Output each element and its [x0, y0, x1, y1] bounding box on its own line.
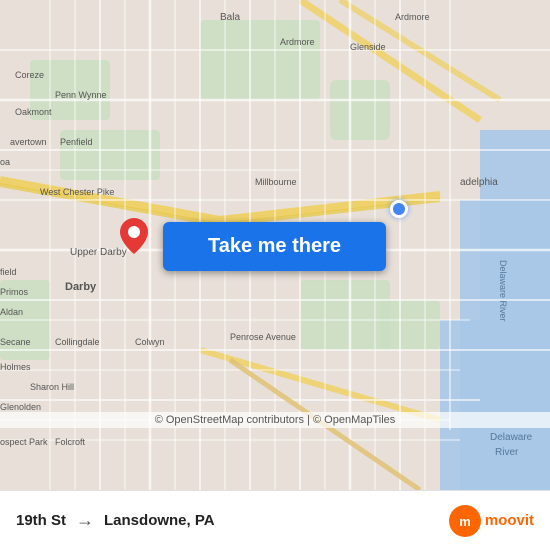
svg-text:ospect Park: ospect Park: [0, 437, 48, 447]
svg-text:Primos: Primos: [0, 287, 29, 297]
svg-text:m: m: [459, 514, 471, 529]
svg-text:Oakmont: Oakmont: [15, 107, 52, 117]
moovit-text: moovit: [485, 512, 534, 529]
location-pin: [120, 218, 148, 254]
map-container: Coreze Oakmont Penn Wynne avertown Penfi…: [0, 0, 550, 490]
take-me-there-button[interactable]: Take me there: [163, 222, 386, 271]
svg-text:Delaware River: Delaware River: [498, 260, 508, 322]
svg-text:Glenolden: Glenolden: [0, 402, 41, 412]
map-attribution: © OpenStreetMap contributors | © OpenMap…: [0, 412, 550, 428]
svg-text:Aldan: Aldan: [0, 307, 23, 317]
svg-text:Sharon Hill: Sharon Hill: [30, 382, 74, 392]
svg-text:Glenside: Glenside: [350, 42, 386, 52]
svg-text:Ardmore: Ardmore: [280, 37, 315, 47]
svg-text:Bala: Bala: [220, 12, 240, 23]
svg-text:avertown: avertown: [10, 137, 47, 147]
svg-text:oa: oa: [0, 157, 10, 167]
svg-text:Delaware: Delaware: [490, 432, 533, 443]
svg-text:Ardmore: Ardmore: [395, 12, 430, 22]
svg-text:Darby: Darby: [65, 281, 97, 293]
moovit-logo: m moovit: [449, 505, 534, 537]
svg-text:Colwyn: Colwyn: [135, 337, 165, 347]
destination-label: Lansdowne, PA: [104, 512, 215, 529]
svg-text:adelphia: adelphia: [460, 177, 498, 188]
svg-text:River: River: [495, 447, 519, 458]
origin-label: 19th St: [16, 512, 66, 529]
svg-text:Folcroft: Folcroft: [55, 437, 86, 447]
blue-dot-location: [390, 200, 408, 218]
svg-text:Holmes: Holmes: [0, 362, 31, 372]
svg-text:Penn Wynne: Penn Wynne: [55, 90, 106, 100]
svg-text:Millbourne: Millbourne: [255, 177, 297, 187]
svg-text:West Chester Pike: West Chester Pike: [40, 187, 114, 197]
svg-text:Upper Darby: Upper Darby: [70, 247, 127, 258]
svg-text:Secane: Secane: [0, 337, 31, 347]
svg-text:field: field: [0, 267, 17, 277]
svg-text:Coreze: Coreze: [15, 70, 44, 80]
footer: 19th St → Lansdowne, PA m moovit: [0, 490, 550, 550]
svg-text:Collingdale: Collingdale: [55, 337, 100, 347]
svg-text:Penrose Avenue: Penrose Avenue: [230, 332, 296, 342]
moovit-icon: m: [449, 505, 481, 537]
direction-arrow: →: [76, 510, 94, 531]
svg-text:Penfield: Penfield: [60, 137, 93, 147]
